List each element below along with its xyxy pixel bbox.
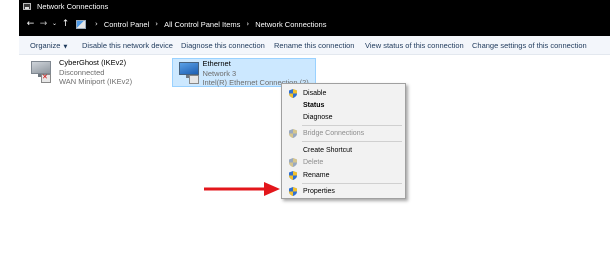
connection-device: WAN Miniport (IKEv2)	[59, 77, 133, 86]
menu-separator	[302, 183, 402, 184]
uac-shield-icon	[289, 88, 297, 98]
breadcrumb-all-control-panel-items[interactable]: All Control Panel Items	[164, 20, 240, 29]
forward-arrow-icon[interactable]: →	[37, 12, 50, 36]
address-bar: ← → ⌄ ↑ › Control Panel › All Control Pa…	[19, 12, 610, 36]
disable-device-button[interactable]: Disable this network device	[82, 41, 173, 50]
menu-item-label: Rename	[303, 171, 330, 179]
connection-name: Ethernet	[202, 59, 231, 68]
menu-item-label: Delete	[303, 158, 324, 166]
rename-connection-button[interactable]: Rename this connection	[274, 41, 354, 50]
title-bar: Network Connections	[19, 0, 610, 12]
menu-item-disable[interactable]: Disable	[282, 87, 405, 99]
command-toolbar: Organize ▼ Disable this network device Di…	[19, 36, 610, 55]
uac-shield-icon	[289, 157, 297, 167]
breadcrumb-network-connections[interactable]: Network Connections	[255, 20, 326, 29]
network-adapter-icon	[175, 59, 200, 87]
menu-item-create-shortcut[interactable]: Create Shortcut	[282, 144, 405, 156]
menu-separator	[302, 141, 402, 142]
back-arrow-icon[interactable]: ←	[24, 12, 37, 36]
breadcrumb-control-panel[interactable]: Control Panel	[104, 20, 149, 29]
connection-status: Disconnected	[59, 67, 105, 77]
menu-item-label: Properties	[303, 187, 335, 195]
menu-item-label: Status	[303, 101, 325, 109]
connection-name: CyberGhost (IKEv2)	[59, 58, 127, 67]
menu-item-label: Create Shortcut	[303, 146, 353, 154]
window-title: Network Connections	[37, 1, 109, 11]
breadcrumb-separator-icon: ›	[246, 20, 250, 28]
uac-shield-icon	[289, 186, 297, 196]
view-status-button[interactable]: View status of this connection	[365, 41, 464, 50]
menu-item-status[interactable]: Status	[282, 99, 405, 111]
red-annotation-arrow-icon	[204, 182, 280, 196]
menu-item-diagnose[interactable]: Diagnose	[282, 111, 405, 123]
up-arrow-icon[interactable]: ↑	[59, 12, 72, 36]
recent-locations-chevron-icon[interactable]: ⌄	[50, 12, 59, 36]
context-menu: Disable Status Diagnose Bridge Connectio…	[281, 83, 406, 199]
uac-shield-icon	[289, 128, 297, 138]
diagnose-connection-button[interactable]: Diagnose this connection	[181, 41, 265, 50]
organize-button[interactable]: Organize ▼	[30, 41, 67, 50]
menu-item-properties[interactable]: Properties	[282, 185, 405, 197]
network-adapter-disconnected-icon	[27, 58, 57, 86]
connection-status: Network 3	[202, 68, 237, 78]
breadcrumb-separator-icon: ›	[95, 20, 98, 28]
organize-label: Organize	[30, 41, 61, 50]
menu-item-label: Disable	[303, 89, 327, 97]
menu-item-rename[interactable]: Rename	[282, 169, 405, 181]
breadcrumb-separator-icon: ›	[155, 20, 159, 28]
change-settings-button[interactable]: Change settings of this connection	[472, 41, 587, 50]
menu-item-delete[interactable]: Delete	[282, 156, 405, 168]
network-connections-app-icon	[23, 2, 31, 10]
connection-cyberghost[interactable]: CyberGhost (IKEv2) Disconnected WAN Mini…	[27, 58, 132, 87]
uac-shield-icon	[289, 170, 297, 180]
menu-item-label: Diagnose	[303, 113, 333, 121]
menu-item-bridge-connections[interactable]: Bridge Connections	[282, 127, 405, 139]
dropdown-caret-icon: ▼	[63, 44, 68, 50]
menu-item-label: Bridge Connections	[303, 129, 365, 137]
menu-separator	[302, 125, 402, 126]
control-panel-icon	[76, 19, 86, 29]
